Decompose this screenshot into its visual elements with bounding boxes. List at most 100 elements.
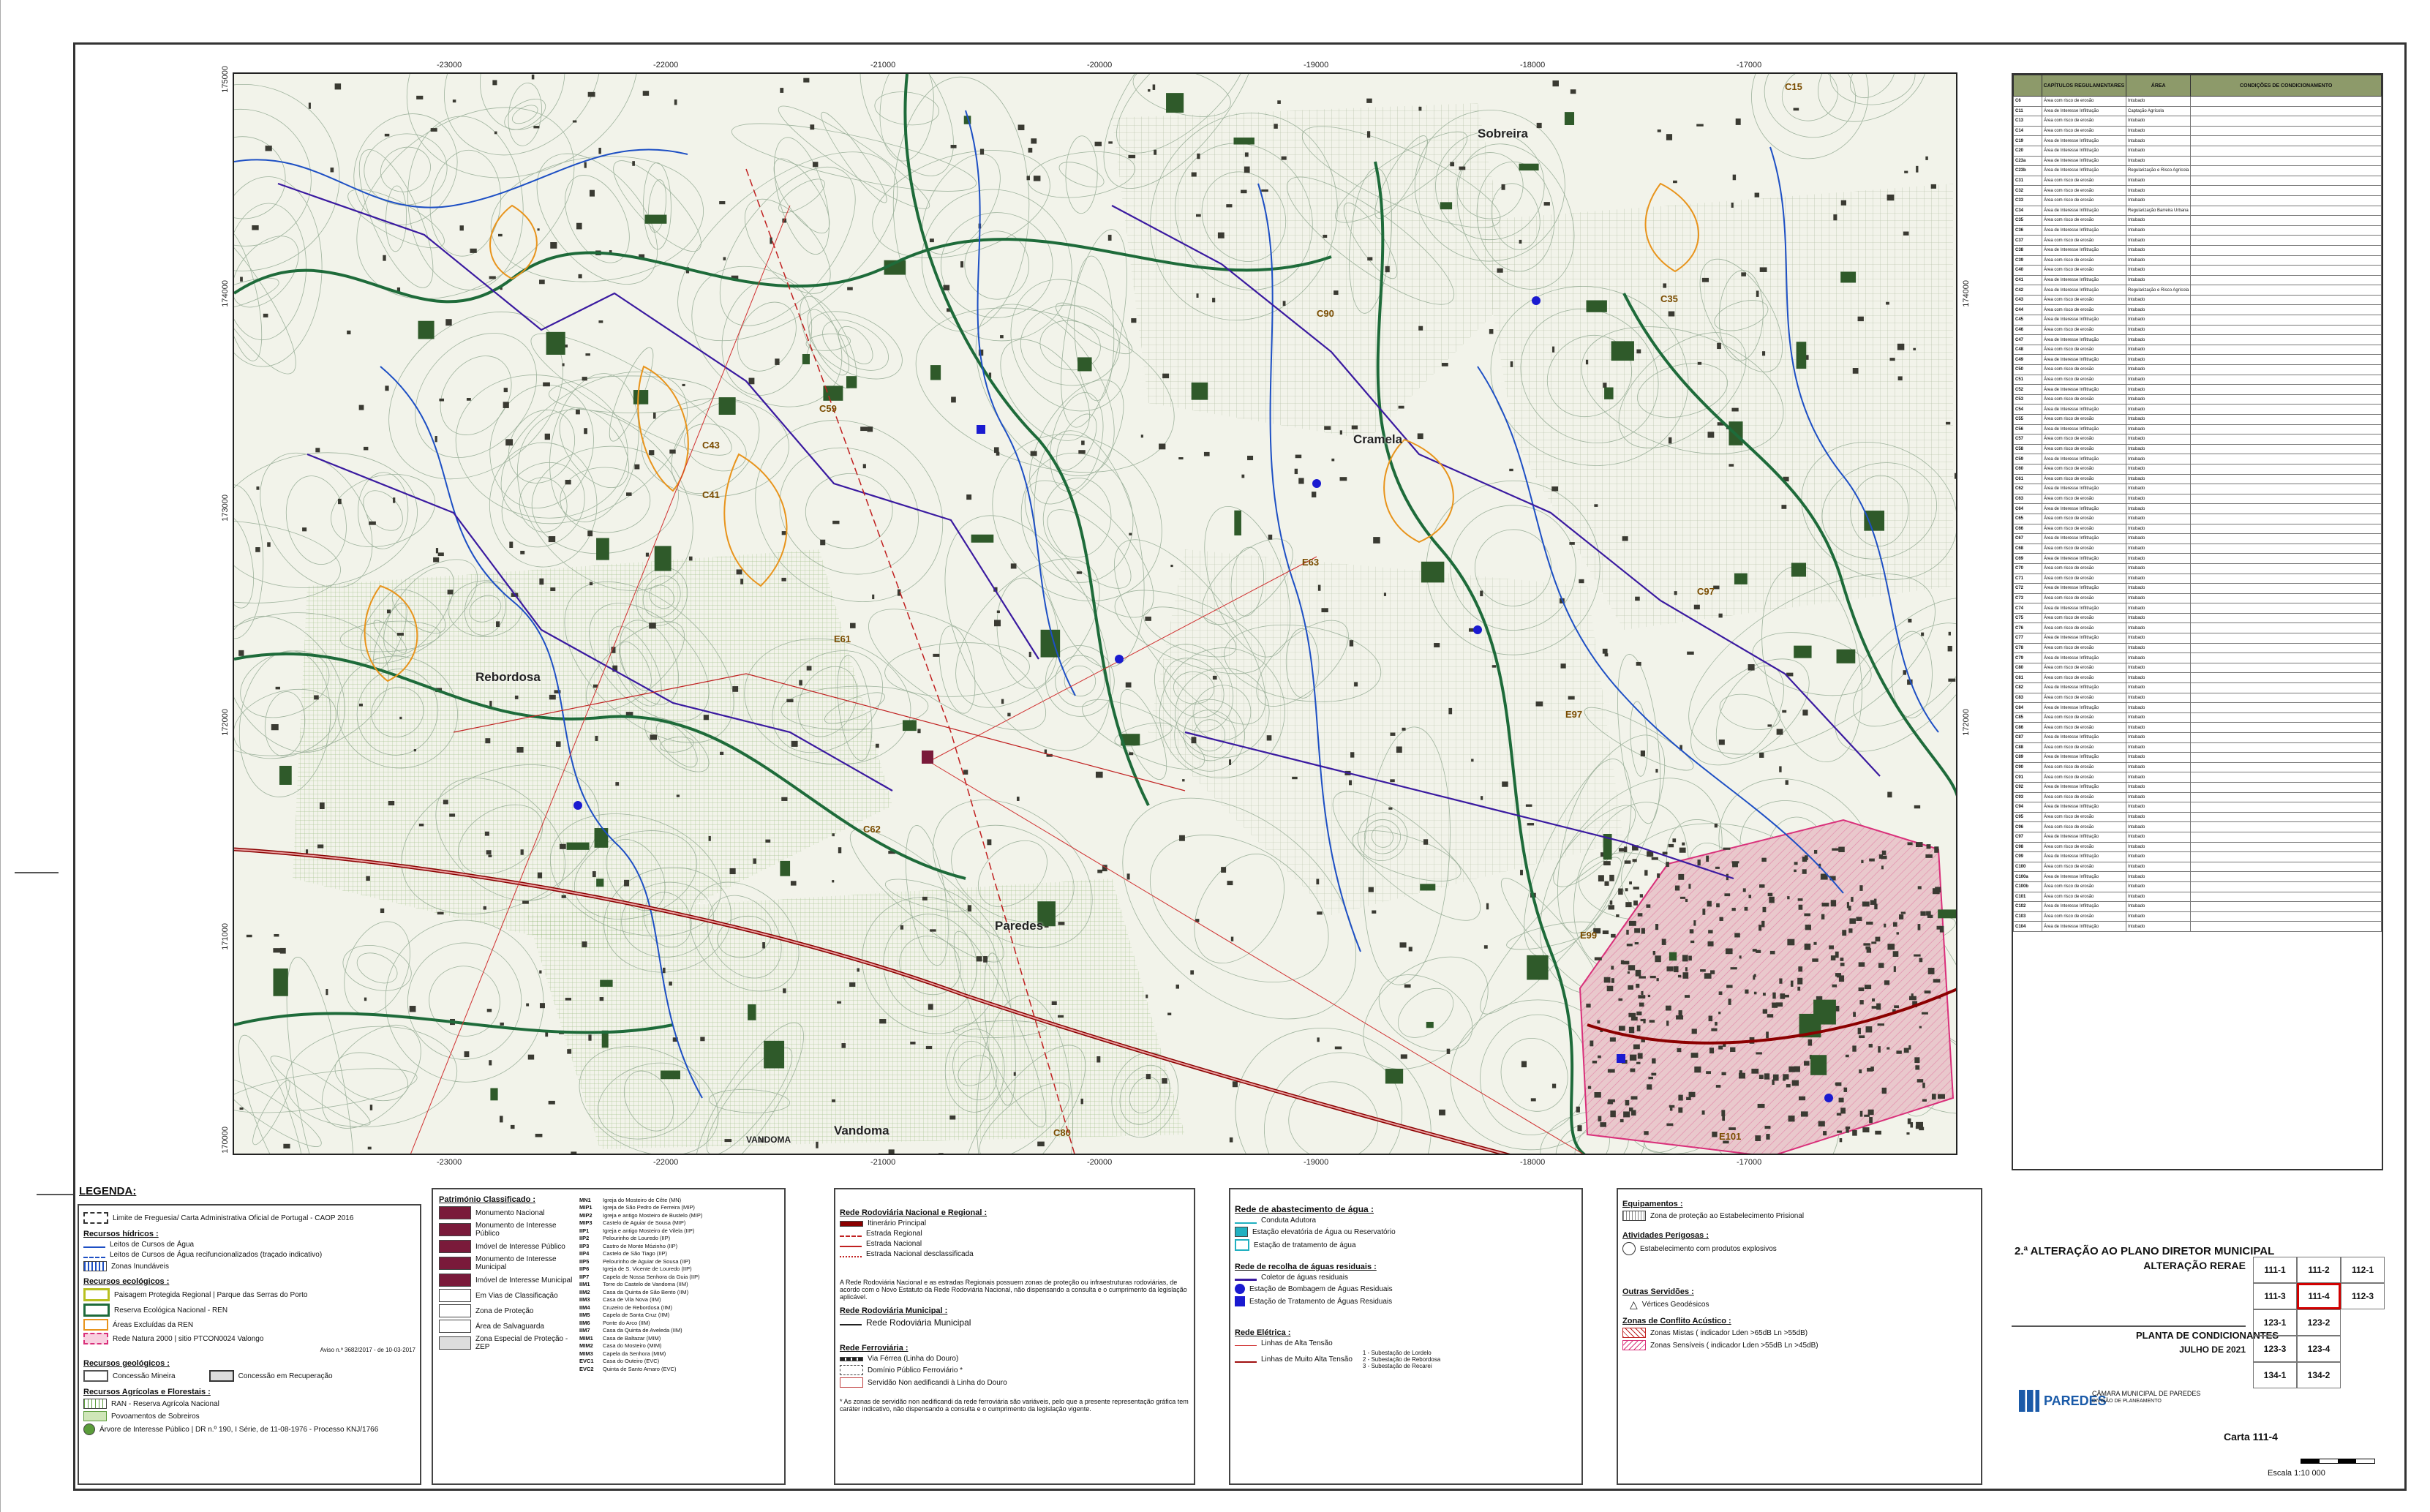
legend-note: A Rede Rodoviária Nacional e as estradas…	[840, 1279, 1187, 1301]
building	[1383, 593, 1387, 596]
building	[1000, 335, 1004, 339]
building	[1669, 1107, 1673, 1111]
building	[976, 956, 982, 962]
building	[1439, 1109, 1445, 1116]
table-cell: Área com risco de erosão	[2042, 215, 2126, 226]
building	[832, 520, 840, 524]
building	[938, 1153, 944, 1154]
table-cell: Intubado	[2125, 672, 2192, 684]
building	[1867, 1109, 1874, 1116]
building	[565, 479, 571, 485]
building	[1920, 911, 1926, 916]
building	[1679, 847, 1686, 853]
table-row: C82 Área de Interesse Infiltração Intubado	[2013, 682, 2382, 693]
legend-item: Zonas Mistas ( indicador Lden >65dB Ln >…	[1650, 1328, 1808, 1337]
y-coord-left: 174000	[221, 280, 230, 307]
building	[1146, 1074, 1151, 1080]
table-cell	[2190, 623, 2382, 634]
building	[1081, 440, 1085, 445]
building	[1600, 1122, 1606, 1127]
zone-tag: C62	[863, 824, 881, 835]
map-canvas[interactable]	[234, 74, 1957, 1155]
building	[1666, 1123, 1674, 1127]
building	[489, 276, 496, 279]
table-cell: Área de Interesse Infiltração	[2042, 145, 2126, 157]
forest-patch	[566, 842, 590, 850]
scale-label: Escala 1:10 000	[2268, 1469, 2325, 1478]
table-cell: C104	[2013, 921, 2042, 932]
sheet-index-cell-current[interactable]: 111-4	[2297, 1283, 2341, 1309]
table-cell: Intubado	[2125, 354, 2192, 366]
building	[1448, 707, 1453, 715]
table-row: C76 Área com risco de erosão Intubado	[2013, 623, 2382, 634]
table-cell: Área com risco de erosão	[2042, 265, 2126, 276]
table-cell: Intubado	[2125, 484, 2192, 494]
building	[1492, 665, 1497, 668]
building	[1693, 604, 1700, 610]
table-cell: C82	[2013, 682, 2042, 693]
table-cell: Intubado	[2125, 583, 2192, 594]
building	[1832, 848, 1839, 851]
building	[669, 449, 676, 454]
table-row: C47 Área de Interesse Infiltração Intubado	[2013, 334, 2382, 345]
carta-number: Carta 111-4	[2224, 1431, 2278, 1443]
building	[520, 849, 524, 855]
building	[1887, 791, 1892, 798]
table-cell: C23b	[2013, 165, 2042, 176]
table-row: C39 Área com risco de erosão Intubado	[2013, 255, 2382, 266]
heritage-site-marker[interactable]	[922, 751, 933, 764]
table-cell	[2190, 533, 2382, 544]
legend-item: Monumento de Interesse Municipal	[475, 1255, 557, 1271]
building	[267, 542, 271, 547]
legend-swatch	[439, 1304, 471, 1317]
table-cell: C76	[2013, 623, 2042, 634]
building	[1525, 804, 1532, 807]
table-cell: Intubado	[2125, 116, 2192, 127]
table-cell	[2190, 831, 2382, 843]
table-cell	[2190, 334, 2382, 345]
building	[1862, 901, 1870, 907]
table-cell: Área com risco de erosão	[2042, 116, 2126, 127]
map-frame[interactable]: Sobreira Cramela Rebordosa Paredes Vando…	[233, 72, 1957, 1155]
table-cell: Intubado	[2125, 294, 2192, 306]
building	[1678, 873, 1685, 880]
building	[435, 436, 437, 443]
heritage-name: Pelourinho de Aguiar de Sousa (IIP)	[603, 1257, 691, 1265]
building	[810, 124, 815, 130]
building	[849, 982, 856, 987]
x-coord-top: -17000	[1737, 61, 1762, 69]
building	[1835, 951, 1839, 958]
building	[1178, 457, 1184, 460]
building	[1626, 930, 1629, 935]
sheet-index-cell: 112-3	[2341, 1283, 2385, 1309]
table-row: C100 Área com risco de erosão Intubado	[2013, 861, 2382, 873]
building	[439, 398, 445, 402]
building	[1877, 1023, 1884, 1026]
building	[1390, 779, 1395, 783]
building	[780, 88, 784, 93]
building	[781, 577, 786, 582]
table-cell: Intubado	[2125, 662, 2192, 674]
table-cell: Área de Interesse Infiltração	[2042, 354, 2126, 366]
building	[1323, 234, 1328, 238]
building	[1875, 1130, 1881, 1135]
heritage-name: Ponte do Arco (IIM)	[603, 1319, 650, 1326]
building	[1685, 898, 1688, 903]
building	[1721, 1072, 1726, 1075]
table-cell: Área com risco de erosão	[2042, 791, 2126, 803]
building	[1821, 914, 1825, 919]
legend-row: Monumento de Interesse Público	[439, 1222, 578, 1238]
building	[1657, 129, 1661, 132]
building	[1608, 1099, 1615, 1102]
conditions-table[interactable]: CAPÍTULOS REGULAMENTARES ÁREA CONDIÇÕES …	[2012, 73, 2383, 1170]
table-cell: Área com risco de erosão	[2042, 563, 2126, 574]
building	[1635, 969, 1641, 977]
building	[437, 552, 444, 557]
table-row: C60 Área com risco de erosão Intubado	[2013, 463, 2382, 475]
building	[263, 313, 268, 317]
building	[1919, 1127, 1925, 1131]
forest-patch	[1586, 300, 1607, 312]
building	[1776, 729, 1783, 735]
building	[1282, 301, 1286, 306]
table-cell: Intubado	[2125, 235, 2192, 246]
